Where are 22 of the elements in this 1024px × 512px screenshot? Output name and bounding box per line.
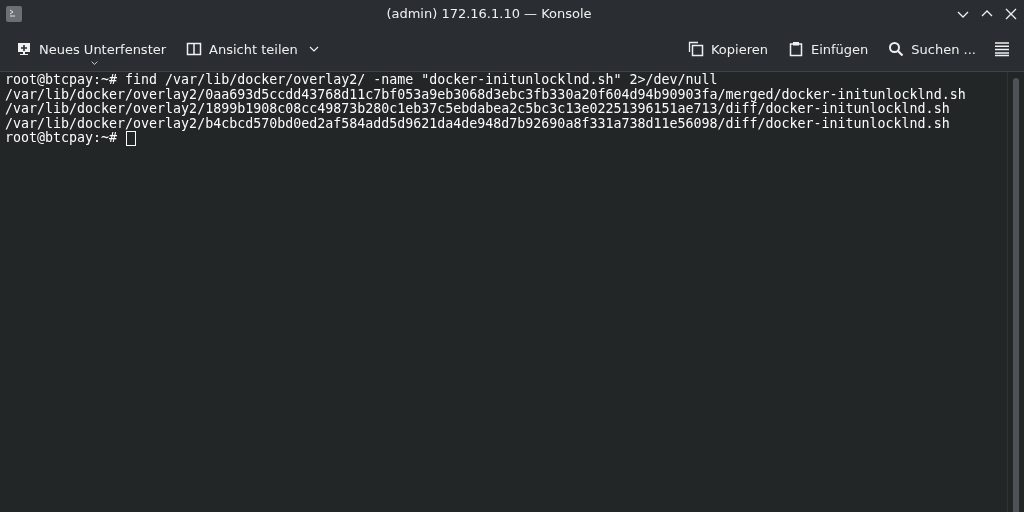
new-tab-icon (16, 41, 32, 57)
terminal-line: /var/lib/docker/overlay2/1899b1908c08cc49873b280c1eb37c5ebdabea2c5bc3c13e02251396151ae713/diff/docker-initunlocklnd.sh (5, 102, 950, 117)
new-tab-button[interactable]: Neues Unterfenster (8, 35, 175, 63)
clipboard-icon (787, 41, 804, 57)
menu-icon[interactable] (994, 41, 1010, 57)
window-title: (admin) 172.16.1.10 — Konsole (385, 6, 593, 21)
split-button[interactable]: Ansicht teilen (178, 35, 327, 63)
scrollbar-thumb[interactable] (1013, 78, 1019, 512)
search-button[interactable]: Suchen ... (880, 35, 984, 63)
caret-icon (91, 60, 99, 66)
copy-icon (687, 41, 704, 57)
split-view-icon (186, 41, 203, 57)
close-icon[interactable] (1004, 6, 1018, 21)
copy-button[interactable]: Kopieren (679, 35, 776, 63)
terminal-line: /var/lib/docker/overlay2/0aa693d5ccdd43768d11c7bf053a9eb3068d3ebc3fb330a20f604d94b90903fa/merged/docker-initunlocklnd.sh (5, 87, 966, 102)
app-icon (6, 5, 22, 22)
terminal-prompt: root@btcpay:~# (5, 131, 118, 146)
caret-icon (308, 46, 319, 52)
terminal-line: /var/lib/docker/overlay2/b4cbcd570bd0ed2af584add5d9621da4de948d7b92690a8f331a738d11e56098/diff/docker-initunlocklnd.sh (5, 116, 950, 131)
search-icon (888, 41, 905, 57)
terminal-line: root@btcpay:~# find /var/lib/docker/overlay2/ -name "docker-initunlocklnd.sh" 2>/dev/null (5, 73, 718, 88)
paste-button[interactable]: Einfügen (779, 35, 877, 63)
